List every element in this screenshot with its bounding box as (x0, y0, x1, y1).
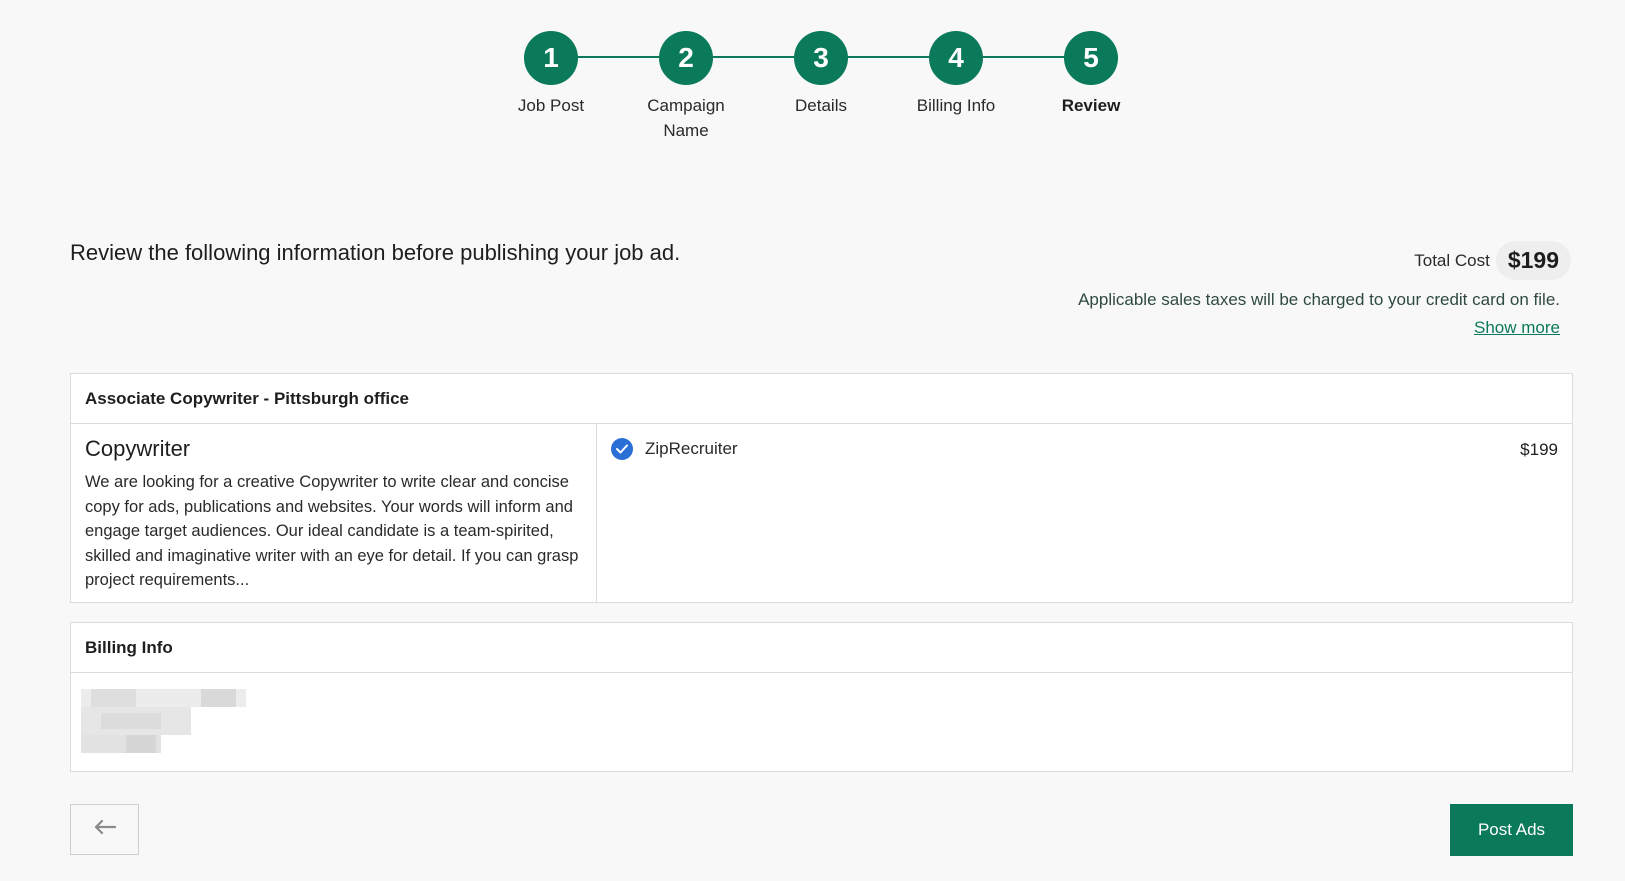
progress-stepper: 1 Job Post 2 Campaign Name 3 Details 4 B… (0, 31, 1625, 151)
board-item-ziprecruiter: ZipRecruiter (611, 438, 1558, 460)
total-cost-label: Total Cost (1414, 250, 1490, 270)
redacted-block (126, 735, 156, 753)
step-number: 2 (659, 31, 713, 85)
check-circle-icon (611, 438, 633, 460)
step-number: 5 (1064, 31, 1118, 85)
board-price: $199 (1520, 440, 1558, 459)
job-panel-header: Associate Copywriter - Pittsburgh office (71, 374, 1572, 424)
job-panel-body: Copywriter We are looking for a creative… (71, 424, 1572, 602)
step-details[interactable]: 3 Details (751, 31, 891, 118)
job-description: We are looking for a creative Copywriter… (85, 473, 579, 589)
review-page: 1 Job Post 2 Campaign Name 3 Details 4 B… (0, 0, 1625, 881)
step-label: Review (1061, 96, 1121, 115)
step-label: Job Post (517, 96, 585, 115)
step-review[interactable]: 5 Review (1021, 31, 1161, 118)
step-label: Details (795, 96, 847, 115)
step-label: Billing Info (916, 96, 996, 115)
tax-note: Applicable sales taxes will be charged t… (1078, 290, 1560, 309)
step-number: 4 (929, 31, 983, 85)
review-title: Review the following information before … (70, 240, 681, 265)
job-details: Copywriter We are looking for a creative… (71, 424, 597, 602)
job-boards: ZipRecruiter $199 (597, 424, 1572, 602)
board-name: ZipRecruiter (645, 439, 738, 458)
step-campaign-name[interactable]: 2 Campaign Name (616, 31, 756, 143)
arrow-left-icon (94, 819, 116, 840)
step-number: 3 (794, 31, 848, 85)
job-summary-panel: Associate Copywriter - Pittsburgh office… (70, 373, 1573, 603)
redacted-block (91, 689, 136, 707)
post-ads-button[interactable]: Post Ads (1450, 804, 1573, 856)
step-billing-info[interactable]: 4 Billing Info (886, 31, 1026, 118)
show-more-link[interactable]: Show more (1474, 318, 1560, 338)
billing-details-redacted (71, 673, 1572, 771)
total-cost-value: $199 (1495, 241, 1571, 280)
step-label: Campaign Name (647, 96, 725, 140)
step-number: 1 (524, 31, 578, 85)
billing-info-panel: Billing Info (70, 622, 1573, 772)
step-job-post[interactable]: 1 Job Post (481, 31, 621, 118)
billing-panel-header: Billing Info (71, 623, 1572, 673)
redacted-block (101, 713, 161, 729)
total-cost: Total Cost $199 (1414, 241, 1571, 280)
job-title: Copywriter (85, 436, 191, 461)
redacted-block (201, 689, 236, 707)
back-button[interactable] (70, 804, 139, 855)
